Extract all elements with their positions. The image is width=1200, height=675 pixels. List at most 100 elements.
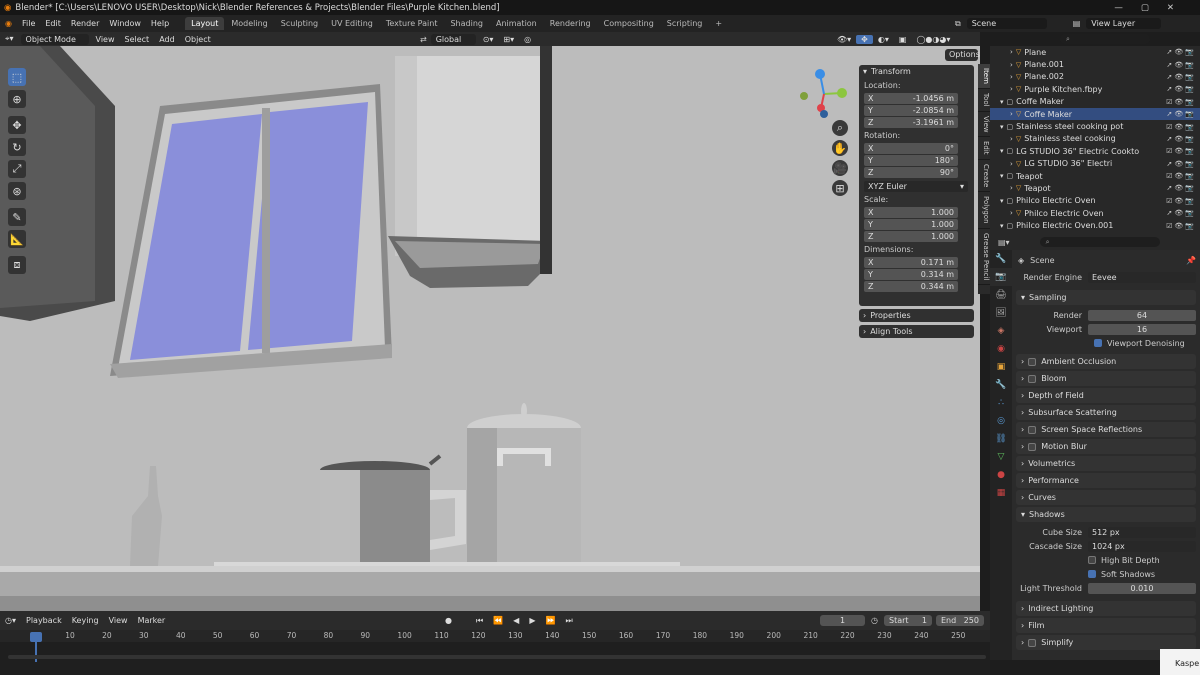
tab-texture-paint[interactable]: Texture Paint	[380, 17, 444, 30]
section-motion-blur[interactable]: › Motion Blur	[1016, 439, 1196, 454]
outliner-row[interactable]: ▾ ▢ Teapot ☑👁📷	[990, 170, 1200, 182]
3d-viewport[interactable]: ⬚ ⊕ ✥ ↻ ⤢ ⊛ ✎ 📐 ⧈ ⌕ ✋ 🎥 ⊞	[0, 46, 980, 611]
play-reverse-icon[interactable]: ◀	[508, 616, 524, 625]
outliner-row[interactable]: › ▽ Plane.001 ➚👁📷	[990, 58, 1200, 70]
section-bloom[interactable]: › Bloom	[1016, 371, 1196, 386]
outliner-row[interactable]: ▾ ▢ Philco Electric Oven.001 ☑👁📷	[990, 219, 1200, 231]
section-curves[interactable]: › Curves	[1016, 490, 1196, 505]
location-y-field[interactable]: Y -2.0854 m	[864, 105, 958, 116]
play-icon[interactable]: ▶	[524, 616, 540, 625]
tab-grease-pencil[interactable]: Grease Pencil	[978, 229, 990, 285]
tab-polygon[interactable]: Polygon	[978, 192, 990, 229]
visibility-toggle-icon[interactable]: ➚👁📷	[1167, 110, 1196, 118]
expand-arrow-icon[interactable]: ›	[1010, 73, 1013, 81]
viewport-samples-field[interactable]: 16	[1088, 323, 1196, 335]
menu-view[interactable]: View	[91, 35, 120, 44]
expand-arrow-icon[interactable]: ▾	[1000, 98, 1004, 106]
expand-arrow-icon[interactable]: ▾	[1000, 197, 1004, 205]
visibility-toggle-icon[interactable]: ➚👁📷	[1167, 209, 1196, 217]
overlay-icon[interactable]: ◐▾	[873, 35, 894, 44]
shadows-section[interactable]: ▾ Shadows	[1016, 507, 1196, 522]
material-properties-icon[interactable]: ●	[990, 466, 1012, 484]
menu-add[interactable]: Add	[154, 35, 180, 44]
tab-animation[interactable]: Animation	[490, 17, 543, 30]
menu-render[interactable]: Render	[66, 19, 104, 28]
add-workspace-icon[interactable]: +	[709, 17, 728, 30]
film-section[interactable]: › Film	[1016, 618, 1196, 633]
mode-selector[interactable]: Object Mode	[20, 33, 89, 45]
visibility-toggle-icon[interactable]: ➚👁📷	[1167, 135, 1196, 143]
transform-orientation[interactable]: Global	[430, 33, 476, 45]
menu-marker[interactable]: Marker	[133, 616, 171, 625]
align-tools-panel-header[interactable]: › Align Tools	[859, 325, 974, 338]
next-keyframe-icon[interactable]: ⏩	[540, 616, 560, 625]
menu-object[interactable]: Object	[180, 35, 216, 44]
menu-timeline-view[interactable]: View	[104, 616, 133, 625]
outliner-row[interactable]: › ▽ Philco Electric Oven ➚👁📷	[990, 207, 1200, 219]
high-bit-depth-row[interactable]: High Bit Depth	[1016, 553, 1196, 567]
tab-layout[interactable]: Layout	[185, 17, 225, 30]
outliner-row[interactable]: ▾ ▢ Coffe Maker ☑👁📷	[990, 96, 1200, 108]
viewport-denoising-checkbox[interactable]	[1094, 339, 1102, 347]
cube-size-dropdown[interactable]: 512 px	[1088, 526, 1196, 538]
visibility-toggle-icon[interactable]: ☑👁📷	[1166, 197, 1196, 205]
section-checkbox[interactable]	[1028, 425, 1037, 434]
section-checkbox[interactable]	[1028, 442, 1037, 451]
outliner-row[interactable]: › ▽ Plane ➚👁📷	[990, 46, 1200, 58]
visibility-toggle-icon[interactable]: ➚👁📷	[1167, 184, 1196, 192]
outliner-row[interactable]: › ▽ Stainless steel cooking ➚👁📷	[990, 133, 1200, 145]
indirect-lighting-section[interactable]: › Indirect Lighting	[1016, 601, 1196, 616]
outliner-row[interactable]: › ▽ Coffe Maker ➚👁📷	[990, 107, 1200, 121]
visibility-toggle-icon[interactable]: ➚👁📷	[1167, 160, 1196, 168]
rotation-x-field[interactable]: X 0°	[864, 143, 958, 154]
modifier-properties-icon[interactable]: 🔧	[990, 376, 1012, 394]
properties-panel-header[interactable]: › Properties	[859, 309, 974, 322]
scale-x-field[interactable]: X 1.000	[864, 207, 958, 218]
expand-arrow-icon[interactable]: ›	[1010, 48, 1013, 56]
view-layer-icon[interactable]: ▤	[1073, 19, 1081, 28]
tab-item[interactable]: Item	[978, 64, 990, 89]
visibility-toggle-icon[interactable]: ☑👁📷	[1166, 123, 1196, 131]
expand-arrow-icon[interactable]: ▾	[1000, 123, 1004, 131]
move-icon[interactable]: ✥	[8, 116, 26, 134]
add-cube-icon[interactable]: ⧈	[8, 256, 26, 274]
render-samples-field[interactable]: 64	[1088, 309, 1196, 321]
shading-modes-icon[interactable]: ◯●◑◕▾	[911, 35, 955, 44]
physics-properties-icon[interactable]: ◎	[990, 412, 1012, 430]
record-icon[interactable]: ●	[440, 616, 457, 625]
texture-properties-icon[interactable]: ▦	[990, 484, 1012, 502]
tab-rendering[interactable]: Rendering	[544, 17, 597, 30]
viewport-denoising-row[interactable]: Viewport Denoising	[1016, 336, 1196, 350]
scene-properties-icon[interactable]: ◈	[990, 322, 1012, 340]
particles-properties-icon[interactable]: ∴	[990, 394, 1012, 412]
high-bit-depth-checkbox[interactable]	[1088, 556, 1096, 564]
outliner-row[interactable]: ▾ ▢ Stainless steel cooking pot ☑👁📷	[990, 120, 1200, 132]
outliner-row[interactable]: ▾ ▢ LG STUDIO 36" Electric Cookto ☑👁📷	[990, 145, 1200, 157]
location-x-field[interactable]: X -1.0456 m	[864, 93, 958, 104]
expand-arrow-icon[interactable]: ▾	[1000, 172, 1004, 180]
expand-arrow-icon[interactable]: ›	[1010, 209, 1013, 217]
visibility-toggle-icon[interactable]: ➚👁📷	[1167, 61, 1196, 69]
view-layer-properties-icon[interactable]: 🖼	[990, 304, 1012, 322]
section-performance[interactable]: › Performance	[1016, 473, 1196, 488]
window-controls-icon[interactable]: —▢✕	[1114, 3, 1192, 13]
location-z-field[interactable]: Z -3.1961 m	[864, 117, 958, 128]
transform-panel-header[interactable]: ▾ Transform	[859, 65, 974, 78]
visibility-icon[interactable]: 👁▾	[832, 35, 856, 44]
end-frame-field[interactable]: End 250	[935, 615, 984, 626]
jump-start-icon[interactable]: ⏮	[471, 616, 488, 626]
expand-arrow-icon[interactable]: ›	[1010, 61, 1013, 69]
tab-shading[interactable]: Shading	[444, 17, 489, 30]
dimensions-z-field[interactable]: Z 0.344 m	[864, 281, 958, 292]
outliner-search-field[interactable]: ⌕	[1060, 34, 1150, 44]
preview-range-icon[interactable]: ◷	[871, 616, 878, 625]
tab-scripting[interactable]: Scripting	[661, 17, 709, 30]
tab-edit[interactable]: Edit	[978, 137, 990, 160]
object-properties-icon[interactable]: ▣	[990, 358, 1012, 376]
expand-arrow-icon[interactable]: ›	[1010, 160, 1013, 168]
start-frame-field[interactable]: Start 1	[883, 615, 932, 626]
tool-properties-icon[interactable]: 🔧	[990, 250, 1012, 268]
rotation-y-field[interactable]: Y 180°	[864, 155, 958, 166]
dimensions-y-field[interactable]: Y 0.314 m	[864, 269, 958, 280]
cursor-icon[interactable]: ⊕	[8, 90, 26, 108]
